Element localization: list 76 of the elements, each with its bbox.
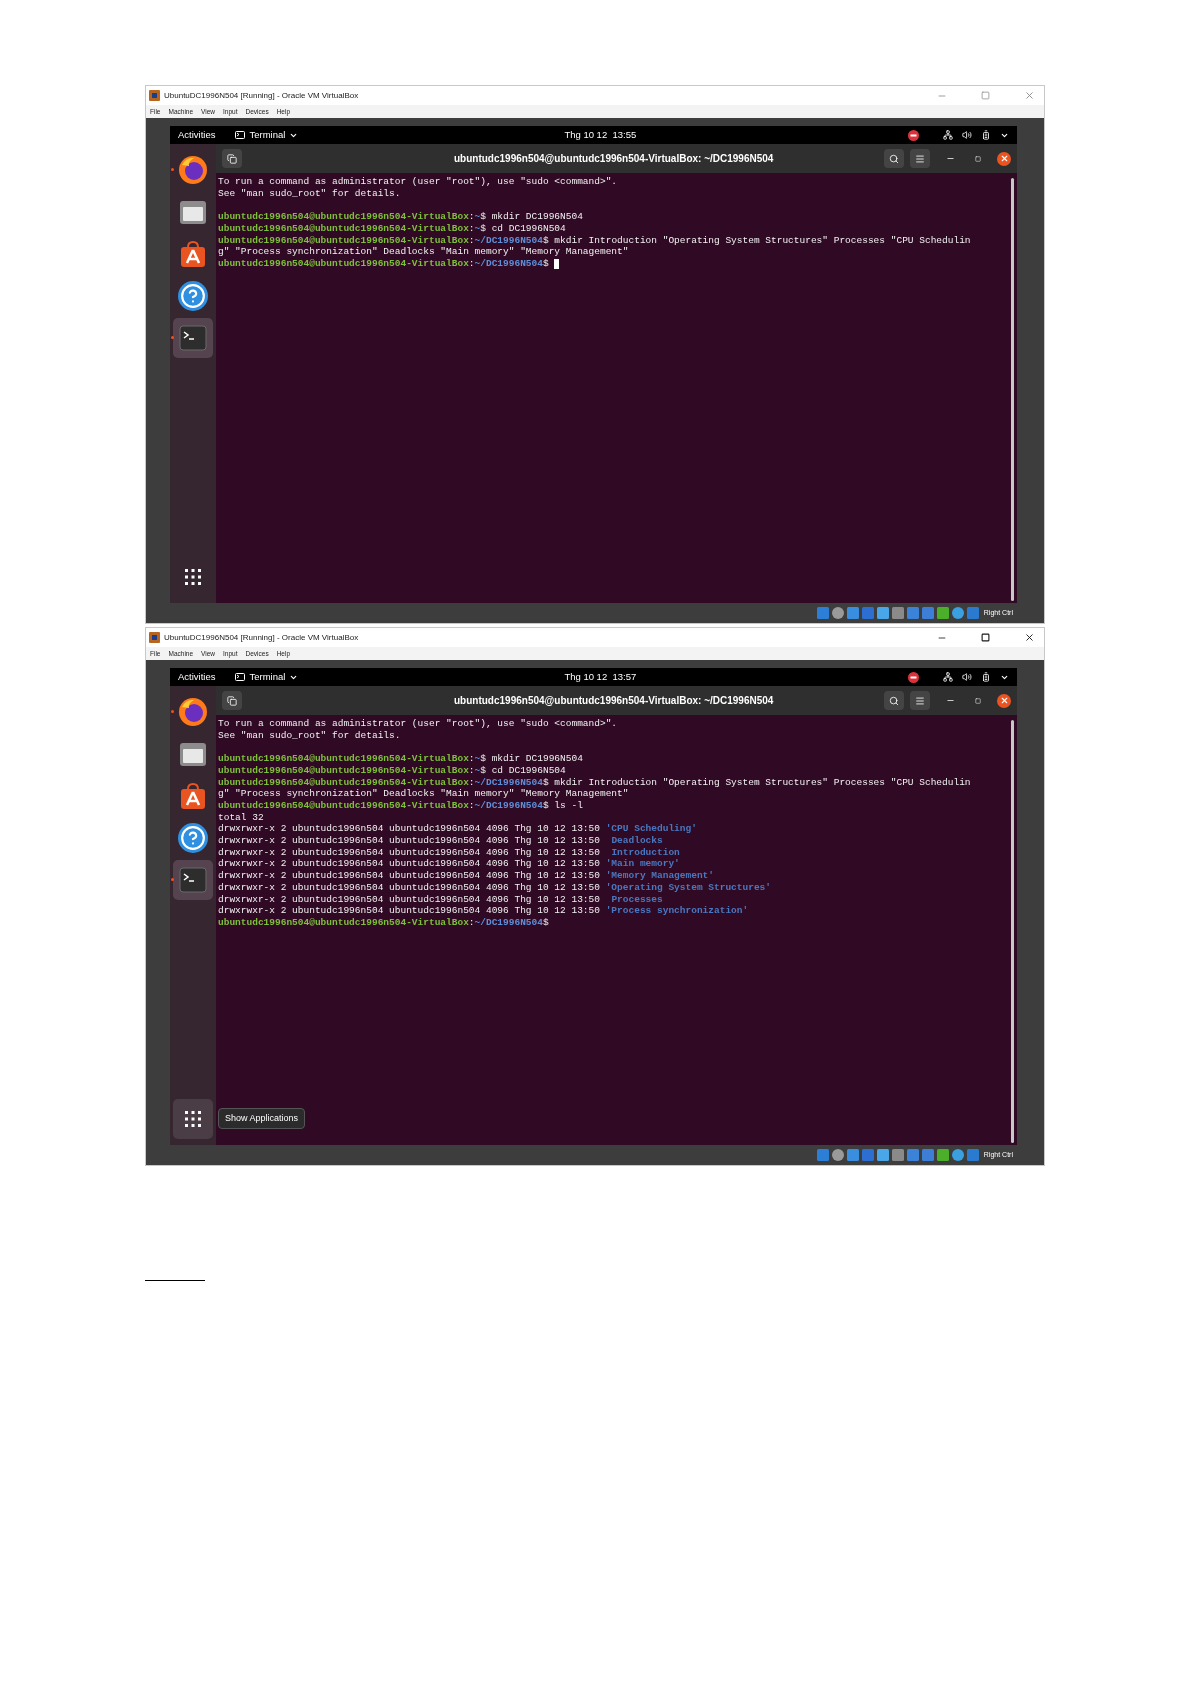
terminal-line: g" "Process synchronization" Deadlocks "Main memory" "Memory Management" xyxy=(218,246,629,258)
show-applications-button[interactable] xyxy=(173,1099,213,1139)
close-icon xyxy=(999,154,1009,163)
shopping-bag-icon xyxy=(179,240,207,268)
terminal-line: drwxrwxr-x 2 ubuntudc1996n504 ubuntudc1996n504 4096 Thg 10 12 13:50 'Main memory' xyxy=(218,858,680,871)
terminal-line: drwxrwxr-x 2 ubuntudc1996n504 ubuntudc1996n504 4096 Thg 10 12 13:50 'Process synchronization' xyxy=(218,905,749,917)
terminal-line: ubuntudc1996n504@ubuntudc1996n504-VirtualBox:~$ mkdir DC1996N504 xyxy=(218,753,583,765)
search-icon xyxy=(889,695,899,706)
help-icon xyxy=(178,823,208,853)
new-tab-icon xyxy=(227,153,237,164)
terminal-line: ubuntudc1996n504@ubuntudc1996n504-VirtualBox:~/DC1996N504$ mkdir Introduction "Operating System Structures" Processes "CPU Schedulin xyxy=(218,776,971,789)
search-button[interactable] xyxy=(884,149,904,168)
activities-button[interactable]: Activities xyxy=(178,669,216,685)
terminal-line: ubuntudc1996n504@ubuntudc1996n504-VirtualBox:~/DC1996N504$ mkdir Introduction "Operating System Structures" Processes "CPU Schedulin xyxy=(218,234,971,247)
app-logo-icon xyxy=(149,90,160,101)
new-tab-button[interactable] xyxy=(222,691,242,710)
terminal-line: ubuntudc1996n504@ubuntudc1996n504-VirtualBox:~/DC1996N504$ xyxy=(218,257,550,270)
close-icon[interactable] xyxy=(1024,632,1035,643)
restore-icon[interactable] xyxy=(975,697,981,704)
search-button[interactable] xyxy=(884,691,904,710)
clock[interactable]: Thg 10 12 13:57 xyxy=(564,669,637,685)
menu-icon xyxy=(915,153,925,164)
terminal-icon xyxy=(235,131,246,139)
close-icon xyxy=(999,696,1009,705)
battery-icon[interactable] xyxy=(981,130,991,140)
terminal-line: ubuntudc1996n504@ubuntudc1996n504-VirtualBox:~/DC1996N504$ xyxy=(218,916,550,929)
menu-button[interactable] xyxy=(910,149,930,168)
close-button[interactable] xyxy=(997,693,1011,708)
close-button[interactable] xyxy=(997,151,1011,166)
terminal-line: ubuntudc1996n504@ubuntudc1996n504-VirtualBox:~$ cd DC1996N504 xyxy=(218,222,566,235)
terminal-line: drwxrwxr-x 2 ubuntudc1996n504 ubuntudc1996n504 4096 Thg 10 12 13:50 Deadlocks xyxy=(218,835,663,847)
maximize-icon[interactable] xyxy=(981,633,990,642)
clock[interactable]: Thg 10 12 13:55 xyxy=(564,127,637,143)
app-menu[interactable]: Terminal xyxy=(235,127,299,143)
new-tab-button[interactable] xyxy=(222,149,242,168)
terminal-icon xyxy=(179,325,207,351)
help-icon xyxy=(178,281,208,311)
terminal-line: To run a command as administrator (user "root"), use "sudo <command>". xyxy=(218,176,618,188)
no-entry-icon[interactable] xyxy=(908,129,919,141)
network-icon[interactable] xyxy=(943,672,953,682)
tooltip: Show Applications xyxy=(218,1107,306,1129)
terminal-icon xyxy=(235,673,246,681)
terminal-line: drwxrwxr-x 2 ubuntudc1996n504 ubuntudc1996n504 4096 Thg 10 12 13:50 'Operating System Structures' xyxy=(218,881,771,894)
new-tab-icon xyxy=(227,695,237,706)
terminal-line: See "man sudo_root" for details. xyxy=(218,729,401,742)
terminal-title: ubuntudc1996n504@ubuntudc1996n504-VirtualBox: ~/DC1996N504 xyxy=(454,152,774,166)
restore-icon[interactable] xyxy=(975,155,981,162)
terminal-line: drwxrwxr-x 2 ubuntudc1996n504 ubuntudc1996n504 4096 Thg 10 12 13:50 Introduction xyxy=(218,846,680,859)
terminal-line: drwxrwxr-x 2 ubuntudc1996n504 ubuntudc1996n504 4096 Thg 10 12 13:50 'CPU Scheduling' xyxy=(218,823,697,835)
terminal-line: ubuntudc1996n504@ubuntudc1996n504-VirtualBox:~/DC1996N504$ ls -l xyxy=(218,799,583,812)
window-title: UbuntuDC1996N504 [Running] - Oracle VM VirtualBox xyxy=(164,89,359,102)
window-title: UbuntuDC1996N504 [Running] - Oracle VM VirtualBox xyxy=(164,631,359,644)
activities-button[interactable]: Activities xyxy=(178,127,216,143)
menu-icon xyxy=(915,695,925,706)
app-grid-icon xyxy=(185,1111,201,1127)
terminal-line: See "man sudo_root" for details. xyxy=(218,187,401,200)
menu-button[interactable] xyxy=(910,691,930,710)
app-logo-icon xyxy=(149,632,160,643)
terminal-icon xyxy=(179,867,207,893)
terminal-line: drwxrwxr-x 2 ubuntudc1996n504 ubuntudc1996n504 4096 Thg 10 12 13:50 Processes xyxy=(218,893,663,906)
terminal-title: ubuntudc1996n504@ubuntudc1996n504-VirtualBox: ~/DC1996N504 xyxy=(454,694,774,708)
app-menu[interactable]: Terminal xyxy=(235,669,299,685)
terminal-line: ubuntudc1996n504@ubuntudc1996n504-VirtualBox:~$ mkdir DC1996N504 xyxy=(218,211,583,223)
terminal-line: drwxrwxr-x 2 ubuntudc1996n504 ubuntudc1996n504 4096 Thg 10 12 13:50 'Memory Management' xyxy=(218,870,714,882)
firefox-logo-icon xyxy=(178,697,208,727)
shopping-bag-icon xyxy=(179,782,207,810)
no-entry-icon[interactable] xyxy=(908,671,919,683)
terminal-line: total 32 xyxy=(218,811,264,824)
app-grid-icon xyxy=(185,569,201,585)
terminal-line: To run a command as administrator (user "root"), use "sudo <command>". xyxy=(218,718,618,730)
terminal-line: ubuntudc1996n504@ubuntudc1996n504-VirtualBox:~$ cd DC1996N504 xyxy=(218,764,566,777)
firefox-logo-icon xyxy=(178,155,208,185)
search-icon xyxy=(889,153,899,164)
terminal-line: g" "Process synchronization" Deadlocks "Main memory" "Memory Management" xyxy=(218,788,629,800)
network-icon[interactable] xyxy=(943,130,953,140)
battery-icon[interactable] xyxy=(981,672,991,682)
